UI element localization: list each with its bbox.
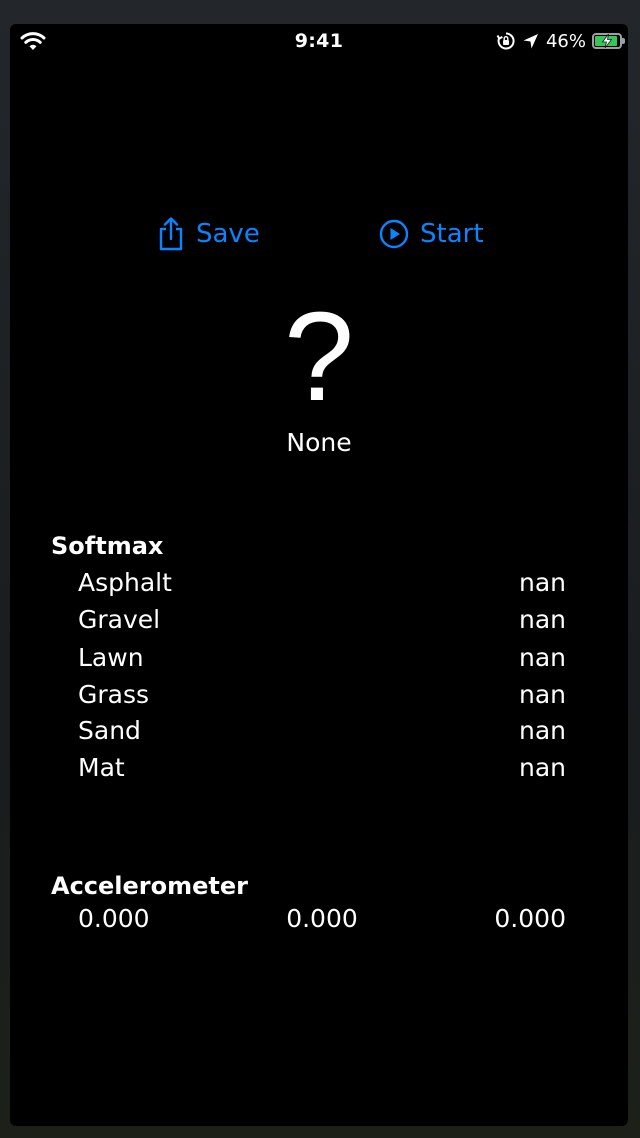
- location-arrow-icon: [523, 34, 538, 49]
- softmax-class-name: Lawn: [78, 643, 144, 672]
- softmax-class-value: nan: [518, 753, 566, 782]
- accelerometer-y: 0.000: [286, 904, 358, 933]
- accelerometer-heading: Accelerometer: [51, 872, 249, 900]
- softmax-row-asphalt: Asphalt nan: [78, 568, 566, 604]
- softmax-row-sand: Sand nan: [78, 716, 566, 752]
- charging-bolt-icon: [601, 33, 613, 49]
- start-button-label: Start: [420, 219, 484, 249]
- battery-charging-icon: [592, 33, 625, 49]
- start-button[interactable]: Start: [378, 214, 484, 254]
- softmax-class-value: nan: [518, 568, 566, 597]
- save-button[interactable]: Save: [156, 214, 260, 254]
- softmax-class-name: Gravel: [78, 605, 161, 634]
- softmax-heading: Softmax: [51, 532, 164, 560]
- save-button-label: Save: [196, 219, 260, 249]
- share-icon: [159, 217, 183, 251]
- softmax-class-name: Mat: [78, 753, 125, 782]
- softmax-class-name: Grass: [78, 680, 150, 709]
- accelerometer-z: 0.000: [494, 904, 566, 933]
- battery-percent: 46%: [545, 30, 586, 52]
- softmax-class-value: nan: [518, 643, 566, 672]
- softmax-row-gravel: Gravel nan: [78, 605, 566, 641]
- accelerometer-x: 0.000: [78, 904, 150, 933]
- accelerometer-values: 0.000 0.000 0.000: [78, 904, 566, 933]
- question-mark-icon: ?: [283, 286, 355, 427]
- status-right-group: 46%: [496, 30, 625, 52]
- softmax-row-grass: Grass nan: [78, 680, 566, 716]
- softmax-row-lawn: Lawn nan: [78, 643, 566, 679]
- device-frame: 9:41 46% Save Start ? None Softmax Aspha…: [0, 0, 640, 1138]
- status-bar: 9:41 46%: [10, 24, 628, 60]
- softmax-class-value: nan: [518, 716, 566, 745]
- prediction-label: None: [286, 428, 352, 457]
- softmax-class-value: nan: [518, 680, 566, 709]
- softmax-row-mat: Mat nan: [78, 753, 566, 789]
- softmax-class-value: nan: [518, 605, 566, 634]
- softmax-class-name: Asphalt: [78, 568, 172, 597]
- battery-nub: [622, 38, 625, 44]
- softmax-class-name: Sand: [78, 716, 141, 745]
- play-circle-icon: [379, 219, 409, 249]
- orientation-lock-icon: [496, 32, 515, 50]
- app-screen: 9:41 46% Save Start ? None Softmax Aspha…: [10, 24, 628, 1126]
